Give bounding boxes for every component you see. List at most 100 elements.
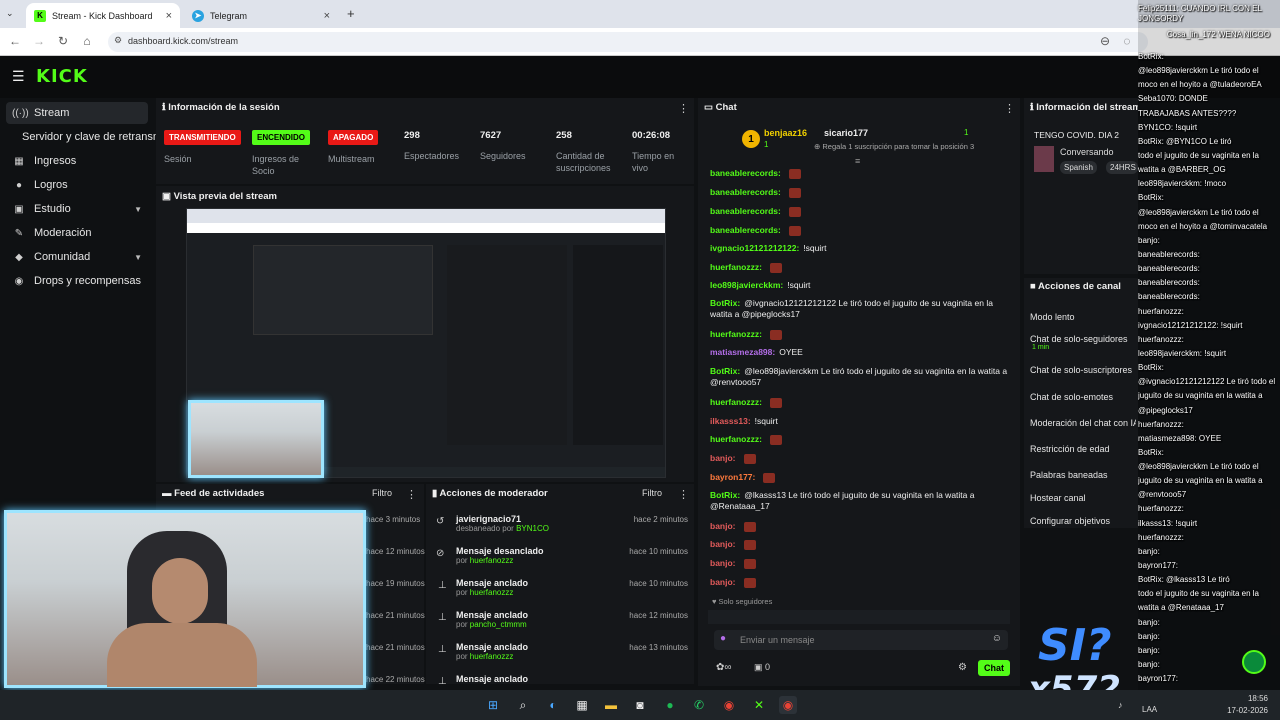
chat-username[interactable]: banjo: — [710, 521, 736, 531]
action-banned-words[interactable]: Palabras baneadas — [1030, 470, 1108, 480]
action-goals[interactable]: Configurar objetivos — [1030, 516, 1110, 526]
action-age-restriction[interactable]: Restricción de edad — [1030, 444, 1110, 454]
mod-action-row[interactable]: ⊥ Mensaje anclado por pancho_ctmmm hace … — [436, 610, 688, 629]
forward-icon[interactable]: → — [32, 34, 46, 48]
mod-action-row[interactable]: ⊘ Mensaje desanclado por huerfanozzz hac… — [436, 546, 688, 565]
session-menu-icon[interactable]: ⋮ — [678, 102, 689, 115]
site-info-icon[interactable]: ⚙ — [114, 35, 122, 46]
chat-message[interactable]: huerfanozzz: — [710, 329, 1010, 340]
action-followers-only[interactable]: Chat de solo-seguidores — [1030, 334, 1136, 344]
tab-telegram[interactable]: ➤ Telegram × — [184, 3, 338, 28]
chat-message[interactable]: baneablerecords: — [710, 187, 1010, 198]
chat-message[interactable]: banjo: — [710, 521, 1010, 532]
status-badge-partner[interactable]: ENCENDIDO — [252, 130, 311, 145]
chat-message[interactable]: huerfanozzz: — [710, 262, 1010, 273]
action-host-channel[interactable]: Hostear canal — [1030, 493, 1086, 503]
address-bar[interactable]: ⚙ dashboard.kick.com/stream — [108, 32, 1148, 52]
menu-icon[interactable]: ☰ — [12, 68, 25, 85]
chat-message[interactable]: BotRix: @leo898javierckkm Le tiró todo el… — [710, 366, 1010, 388]
reload-icon[interactable]: ↻ — [56, 34, 70, 48]
mod-action-row[interactable]: ⊥ Mensaje anclado por huerfanozzz hace 1… — [436, 578, 688, 597]
chat-username[interactable]: banjo: — [710, 539, 736, 549]
chat-username[interactable]: baneablerecords: — [710, 225, 781, 235]
emoji-icon[interactable]: ☺ — [992, 633, 1002, 644]
chat-username[interactable]: banjo: — [710, 558, 736, 568]
tab-close-icon[interactable]: × — [166, 10, 172, 22]
send-chat-button[interactable]: Chat — [978, 660, 1010, 676]
action-emotes-only[interactable]: Chat de solo-emotes — [1030, 392, 1113, 402]
chat-menu-icon[interactable]: ⋮ — [1004, 102, 1015, 115]
spotify-icon[interactable]: ● — [661, 696, 679, 714]
chat-message[interactable]: banjo: — [710, 558, 1010, 569]
chat-username[interactable]: baneablerecords: — [710, 187, 781, 197]
top-gifter-user[interactable]: benjaaz16 — [764, 128, 807, 138]
status-badge-multistream[interactable]: APAGADO — [328, 130, 379, 145]
chat-username[interactable]: BotRix: — [710, 298, 740, 308]
second-gifter-user[interactable]: sicario177 — [824, 128, 868, 138]
chat-message[interactable]: banjo: — [710, 539, 1010, 550]
chat-username[interactable]: matiasmeza898: — [710, 347, 775, 357]
chat-message[interactable]: huerfanozzz: — [710, 397, 1010, 408]
stream-category[interactable]: Conversando — [1060, 147, 1114, 157]
chat-username[interactable]: bayron177: — [710, 472, 755, 482]
kick-logo[interactable]: KICK — [36, 66, 88, 87]
chat-username[interactable]: BotRix: — [710, 490, 740, 500]
chat-message[interactable]: banjo: — [710, 453, 1010, 464]
chat-message[interactable]: baneablerecords: — [710, 168, 1010, 179]
sidebar-item-drops[interactable]: ◉ Drops y recompensas — [0, 270, 154, 292]
tab-kick-dashboard[interactable]: K Stream - Kick Dashboard × — [26, 3, 180, 28]
sidebar-item-comunidad[interactable]: ◆ Comunidad ▼ — [0, 246, 154, 268]
edge-icon[interactable]: ◐ — [544, 696, 562, 714]
sidebar-item-moderacion[interactable]: ✎ Moderación — [0, 222, 154, 244]
whatsapp-icon[interactable]: ✆ — [690, 696, 708, 714]
chat-message[interactable]: matiasmeza898: OYEE — [710, 347, 1010, 358]
activity-filter-button[interactable]: Filtro — [372, 488, 392, 498]
activity-menu-icon[interactable]: ⋮ — [406, 488, 417, 501]
chat-message[interactable]: BotRix: @ivgnacio12121212122 Le tiró todo… — [710, 298, 1010, 320]
emote-bar[interactable] — [708, 610, 1010, 624]
mod-action-row[interactable]: ↺ javierignacio71 desbaneado por BYN1CO … — [436, 514, 688, 533]
chat-username[interactable]: ilkasss13: — [710, 416, 751, 426]
chat-message[interactable]: banjo: — [710, 577, 1010, 588]
action-slow-mode[interactable]: Modo lento — [1030, 312, 1075, 322]
folder-icon[interactable]: ▬ — [602, 696, 620, 714]
chat-message[interactable]: ilkasss13: !squirt — [710, 416, 1010, 427]
mod-action-row[interactable]: ⊥ Mensaje anclado — [436, 674, 688, 684]
language-indicator[interactable]: LAA — [1142, 705, 1157, 714]
chat-username[interactable]: huerfanozzz: — [710, 397, 762, 407]
obs-icon[interactable]: ◙ — [631, 696, 649, 714]
chat-message[interactable]: baneablerecords: — [710, 225, 1010, 236]
chat-username[interactable]: huerfanozzz: — [710, 262, 762, 272]
tab-close-icon[interactable]: × — [324, 10, 330, 22]
chat-username[interactable]: banjo: — [710, 453, 736, 463]
sidebar-item-estudio[interactable]: ▣ Estudio ▼ — [0, 198, 154, 220]
chrome-active-icon[interactable]: ◉ — [779, 696, 797, 714]
chat-username[interactable]: baneablerecords: — [710, 206, 781, 216]
xbox-icon[interactable]: ✕ — [750, 696, 768, 714]
gift-sub-prompt[interactable]: ⊕ Regala 1 suscripción para tomar la pos… — [814, 142, 974, 151]
sidebar-item-ingresos[interactable]: ▦ Ingresos — [0, 150, 154, 172]
chat-message[interactable]: BotRix: @lkasss13 Le tiró todo el juguito… — [710, 490, 1010, 512]
clock-date[interactable]: 17-02-2026 — [1220, 706, 1268, 715]
chat-message[interactable]: huerfanozzz: — [710, 434, 1010, 445]
chat-username[interactable]: ivgnacio12121212122: — [710, 243, 799, 253]
sidebar-item-stream[interactable]: ((·)) Stream — [6, 102, 148, 124]
sidebar-item-server-key[interactable]: Servidor y clave de retransmisión — [0, 126, 185, 148]
chat-message[interactable]: baneablerecords: — [710, 206, 1010, 217]
channel-points-icon[interactable]: ✿∞ — [716, 662, 732, 673]
chat-username[interactable]: huerfanozzz: — [710, 434, 762, 444]
back-icon[interactable]: ← — [8, 34, 22, 48]
tab-list-dropdown-icon[interactable]: ⌄ — [6, 8, 14, 19]
mic-tray-icon[interactable]: ♪ — [1118, 700, 1123, 710]
home-icon[interactable]: ⌂ — [80, 34, 94, 48]
store-icon[interactable]: ▦ — [573, 696, 591, 714]
mod-menu-icon[interactable]: ⋮ — [678, 488, 689, 501]
chat-input[interactable]: ● Enviar un mensaje ☺ — [714, 630, 1008, 650]
chrome-icon[interactable]: ◉ — [720, 696, 738, 714]
chat-message[interactable]: bayron177: — [710, 472, 1010, 483]
chat-settings-icon[interactable]: ⚙ — [958, 662, 967, 673]
chat-message[interactable]: leo898javierckkm: !squirt — [710, 280, 1010, 291]
chat-username[interactable]: baneablerecords: — [710, 168, 781, 178]
zoom-icon[interactable]: ⊖ — [1098, 34, 1112, 48]
sidebar-item-logros[interactable]: ● Logros — [0, 174, 154, 196]
